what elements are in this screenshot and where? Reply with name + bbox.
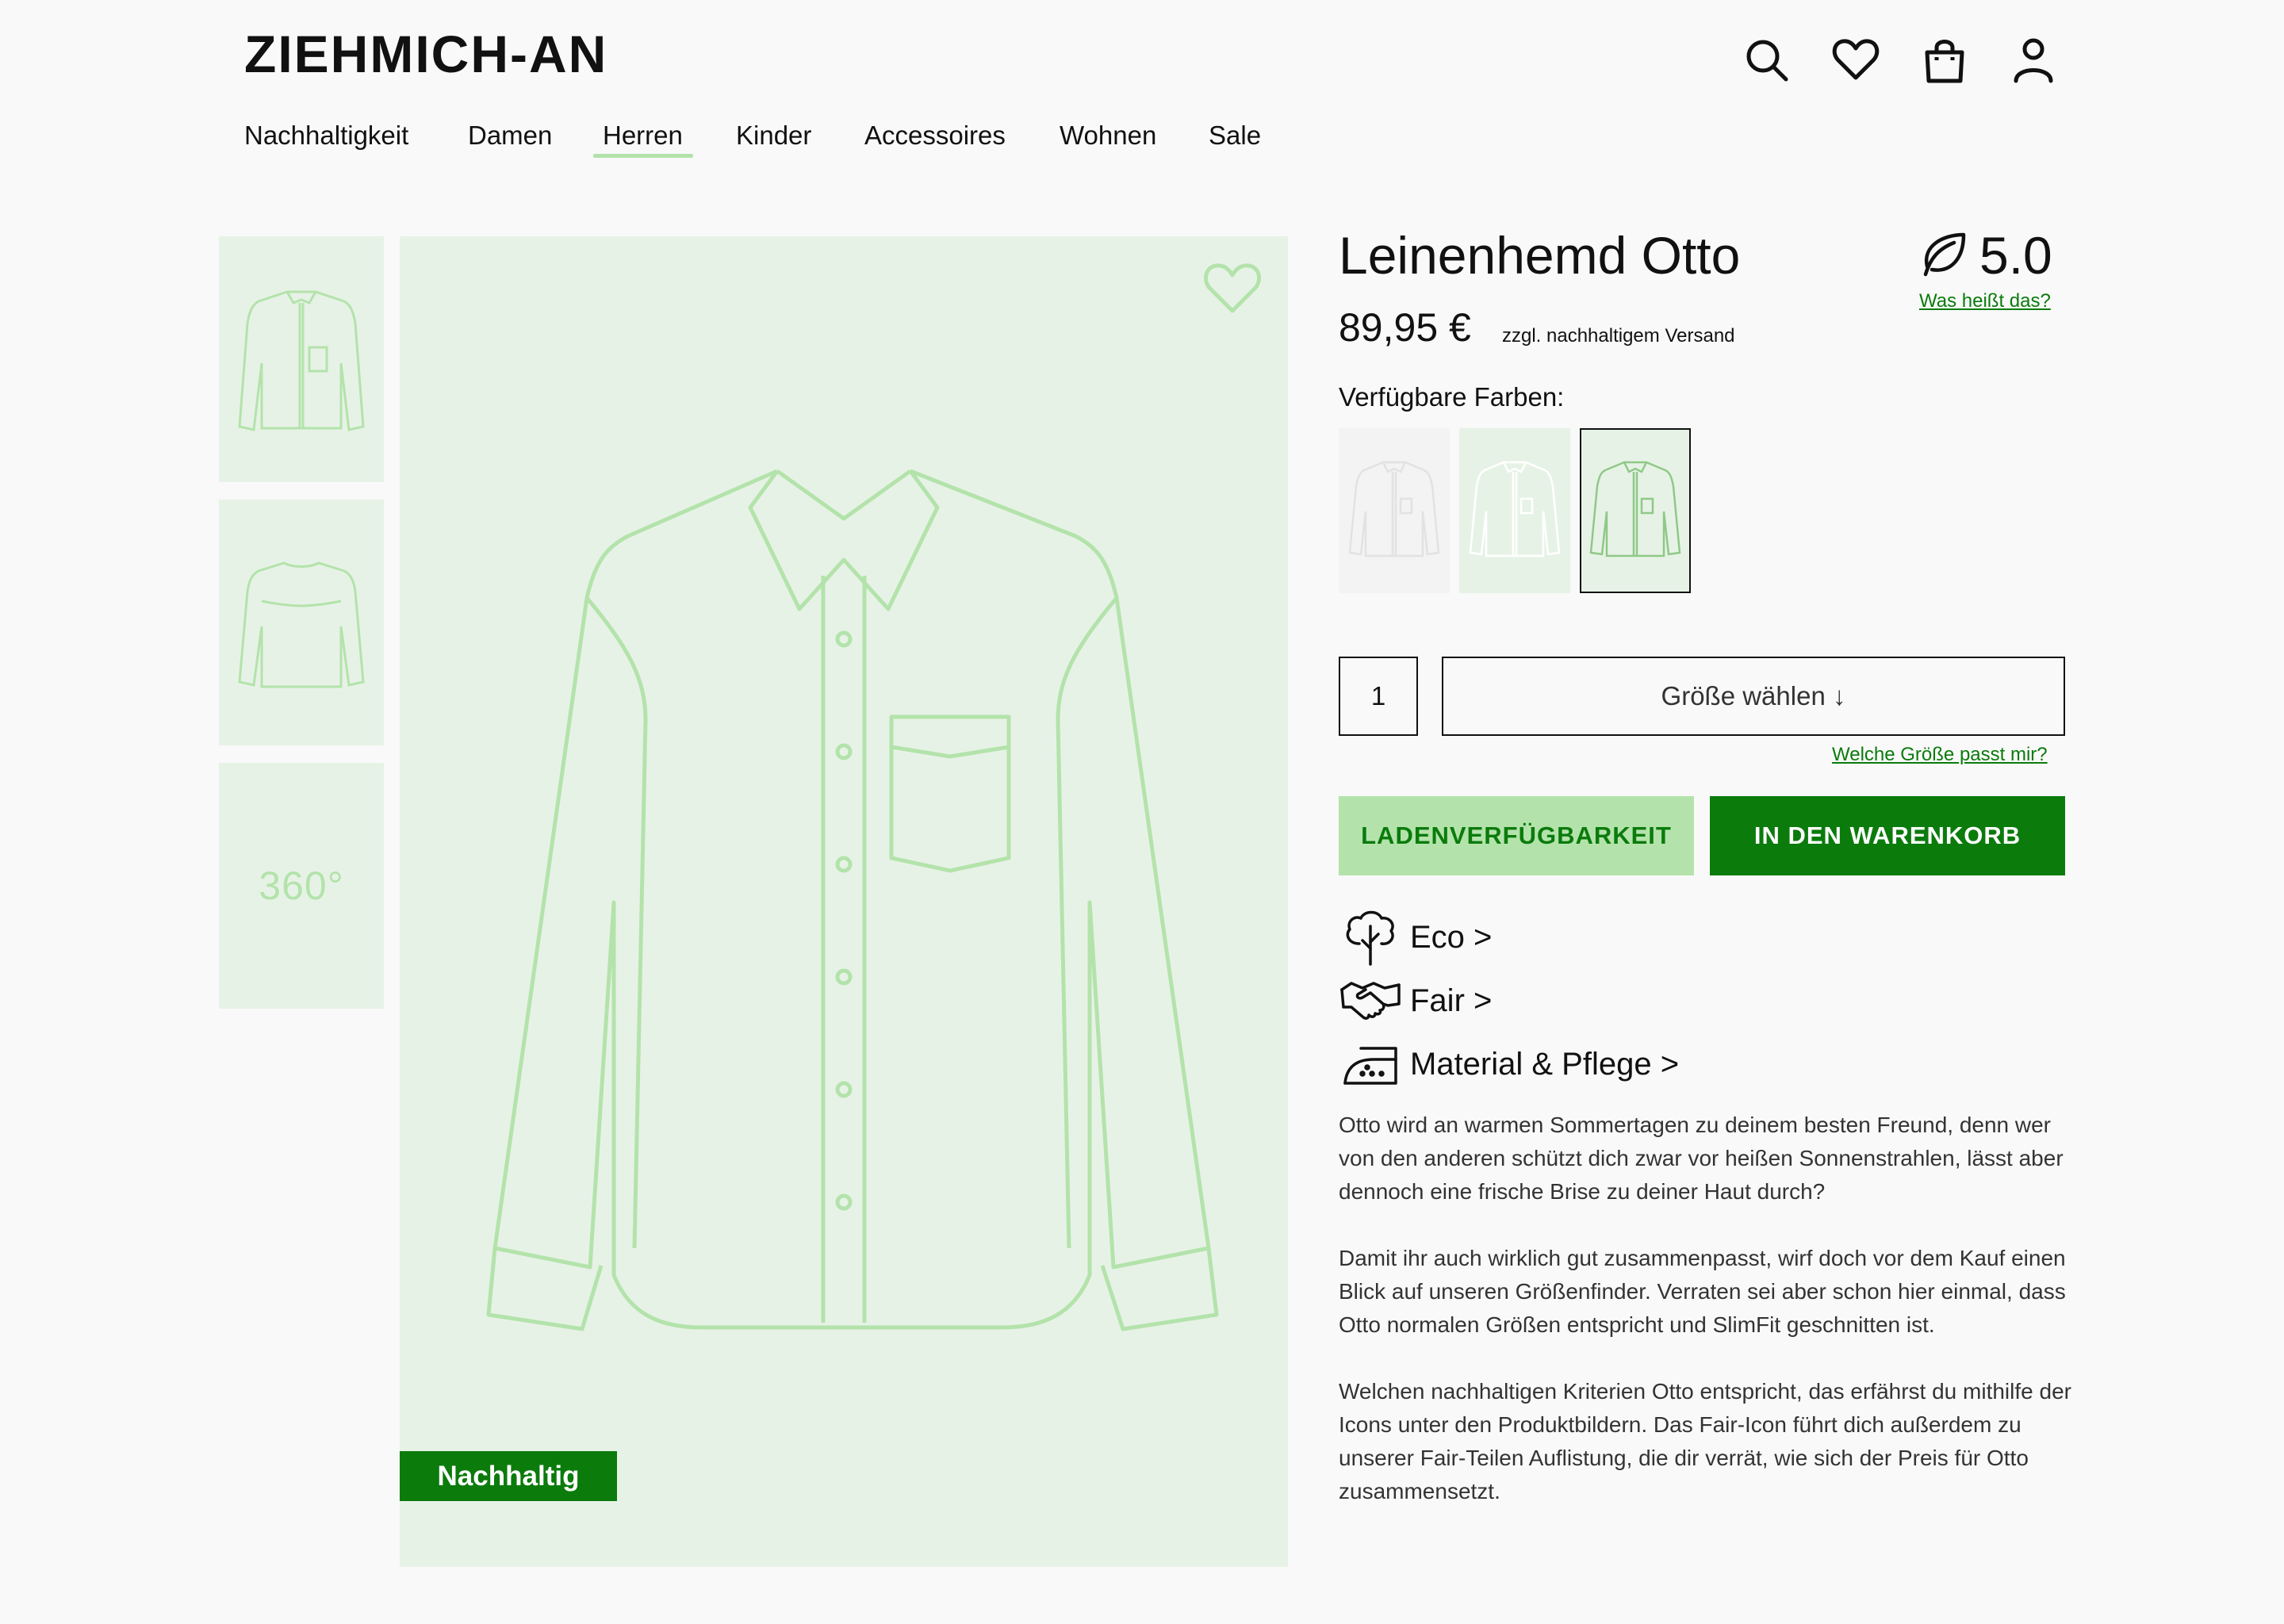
view-360-label: 360° — [259, 864, 344, 908]
handshake-icon — [1340, 982, 1401, 1020]
main-product-image[interactable] — [400, 236, 1288, 1567]
sustainable-badge: Nachhaltig — [400, 1451, 617, 1501]
product-price: 89,95 € — [1339, 305, 1471, 350]
nav-item-accessoires[interactable]: Accessoires — [864, 121, 1006, 151]
size-guide-link[interactable]: Welche Größe passt mir? — [1832, 744, 2048, 766]
search-icon[interactable] — [1742, 35, 1792, 86]
thumbnail-front[interactable] — [219, 236, 384, 482]
shirt-swatch-icon — [1589, 461, 1681, 557]
shirt-back-icon — [238, 561, 365, 688]
shipping-note: zzgl. nachhaltigem Versand — [1502, 325, 1735, 347]
shirt-swatch-icon — [1348, 461, 1440, 557]
product-title: Leinenhemd Otto — [1339, 226, 1741, 285]
feature-fair-label: Fair > — [1410, 982, 1493, 1018]
feature-eco-label: Eco > — [1410, 919, 1493, 955]
store-availability-button[interactable]: LADENVERFÜGBARKEIT — [1339, 796, 1694, 875]
rating-info-link[interactable]: Was heißt das? — [1919, 290, 2051, 312]
size-select-button[interactable]: Größe wählen ↓ — [1442, 657, 2065, 736]
shirt-swatch-icon — [1469, 461, 1561, 557]
add-to-cart-button[interactable]: IN DEN WARENKORB — [1710, 796, 2065, 875]
shopping-bag-icon[interactable] — [1919, 35, 1970, 86]
sustainability-rating: 5.0 — [1979, 226, 2052, 285]
nav-item-damen[interactable]: Damen — [468, 121, 552, 151]
product-description: Otto wird an warmen Sommertagen zu deine… — [1339, 1109, 2076, 1542]
shirt-illustration — [486, 469, 1219, 1331]
thumbnail-back[interactable] — [219, 500, 384, 745]
nav-item-kinder[interactable]: Kinder — [736, 121, 811, 151]
color-swatch-green-selected[interactable] — [1580, 428, 1691, 593]
description-paragraph: Damit ihr auch wirklich gut zusammenpass… — [1339, 1246, 2066, 1337]
feature-material-care-label: Material & Pflege > — [1410, 1046, 1680, 1082]
active-nav-indicator — [593, 154, 693, 158]
tree-icon — [1346, 910, 1394, 966]
heart-icon[interactable] — [1830, 35, 1881, 86]
nav-item-herren[interactable]: Herren — [603, 121, 683, 151]
description-paragraph: Otto wird an warmen Sommertagen zu deine… — [1339, 1113, 2064, 1204]
logo[interactable]: ZIEHMICH-AN — [244, 24, 607, 84]
color-swatch-white[interactable] — [1339, 428, 1450, 593]
iron-icon — [1343, 1047, 1397, 1085]
feature-eco[interactable]: Eco > — [1339, 909, 1492, 966]
quantity-input[interactable] — [1339, 657, 1418, 736]
nav-item-sale[interactable]: Sale — [1209, 121, 1261, 151]
description-paragraph: Welchen nachhaltigen Kriterien Otto ents… — [1339, 1379, 2071, 1503]
user-icon[interactable] — [2008, 35, 2059, 86]
nav-item-wohnen[interactable]: Wohnen — [1060, 121, 1156, 151]
colors-label: Verfügbare Farben: — [1339, 382, 1565, 412]
leaf-icon — [1919, 230, 1968, 279]
wishlist-heart-icon[interactable] — [1202, 262, 1263, 317]
nav-item-nachhaltigkeit[interactable]: Nachhaltigkeit — [244, 121, 408, 151]
color-swatch-light-green[interactable] — [1459, 428, 1570, 593]
feature-material-care[interactable]: Material & Pflege > — [1339, 1036, 1679, 1093]
thumbnail-360[interactable]: 360° — [219, 763, 384, 1009]
feature-fair[interactable]: Fair > — [1339, 972, 1492, 1029]
shirt-front-icon — [238, 290, 365, 431]
